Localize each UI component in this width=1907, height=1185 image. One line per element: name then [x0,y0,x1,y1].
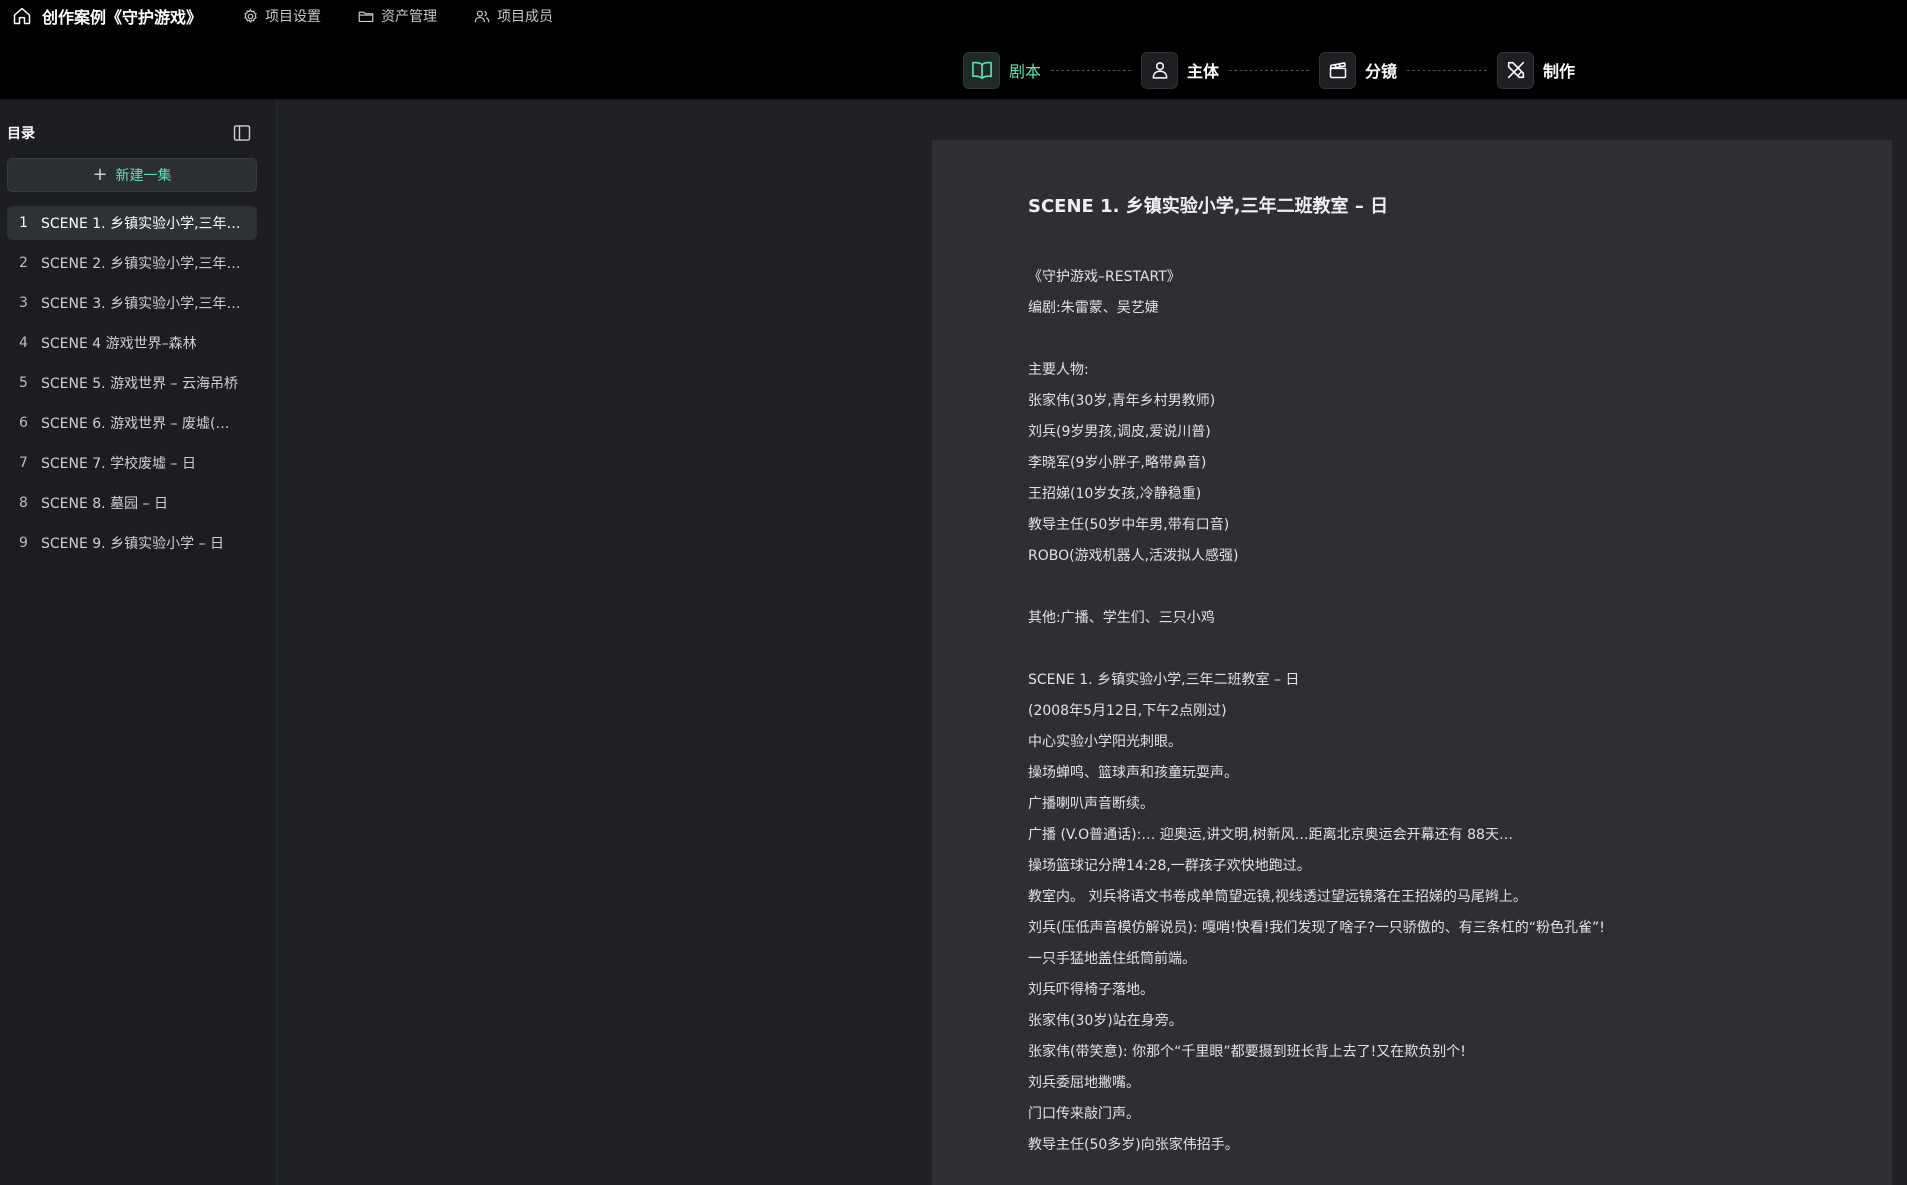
scene-list: 1 SCENE 1. 乡镇实验小学,三年二班教室 – 日 2 SCENE 2. 乡镇… [7,206,257,566]
scene-number: 5 [19,375,28,391]
home-icon[interactable] [12,6,32,26]
scene-number: 6 [19,415,28,431]
nav-label: 资产管理 [381,9,438,25]
sidebar-title: 目录 [7,126,35,142]
step-label: 分镜 [1365,62,1398,81]
script-line: 一只手猛地盖住纸筒前端。 [1028,951,1196,967]
plus-icon: + [92,164,108,185]
sidebar: 目录 + 新建一集 1SCENE 1. 乡镇实验小学,三年二班教室 – 日 2S… [0,100,277,1185]
gear-icon [242,8,259,25]
scene-number: 8 [19,495,28,511]
script-line: 主要人物: [1028,362,1089,378]
new-episode-label: 新建一集 [115,168,172,184]
scene-item-8[interactable]: 8 SCENE 8. 墓园 – 日 [7,486,257,520]
scene-item-7[interactable]: 7 SCENE 7. 学校废墟 – 日 [7,446,257,480]
script-line: 教导主任(50岁中年男,带有口音) [1028,517,1230,533]
sidebar-toggle-icon[interactable] [232,123,252,143]
step-subject[interactable]: 主体 [1141,51,1220,89]
nav-label: 项目成员 [497,9,554,25]
scene-title: SCENE 8. 墓园 – 日 [41,496,168,512]
new-episode-button[interactable]: + 新建一集 [7,158,257,192]
scene-title: SCENE 9. 乡镇实验小学 – 日 [41,536,224,552]
script-line: 中心实验小学阳光刺眼。 [1028,734,1182,750]
scene-title: SCENE 4 游戏世界–森林 [41,336,197,352]
step-script[interactable]: 剧本 [963,51,1042,89]
nav-label: 项目设置 [265,9,322,25]
script-line: ROBO(游戏机器人,活泼拟人感强) [1028,548,1239,564]
script-line: 刘兵吓得椅子落地。 [1028,982,1154,998]
clapperboard-icon [1319,51,1357,89]
scene-item-2[interactable]: 2 SCENE 2. 乡镇实验小学,三年二班教室 – 日 [7,246,257,280]
step-label: 主体 [1187,62,1220,81]
step-production[interactable]: 制作 [1497,51,1576,89]
script-line: 刘兵委屈地撇嘴。 [1028,1075,1140,1091]
scene-item-5[interactable]: 5 SCENE 5. 游戏世界 – 云海吊桥 [7,366,257,400]
script-line: 门口传来敲门声。 [1028,1106,1140,1122]
script-line: SCENE 1. 乡镇实验小学,三年二班教室 – 日 [1028,672,1300,688]
script-document[interactable]: SCENE 1. 乡镇实验小学,三年二班教室 – 日 《守护游戏–RESTART… [932,140,1892,1185]
scene-number: 2 [19,255,28,271]
top-nav: 创作案例《守护游戏》 项目设置 资产管理 项目成员 [12,5,589,27]
script-line: 李晓军(9岁小胖子,略带鼻音) [1028,455,1207,471]
scene-title: SCENE 7. 学校废墟 – 日 [41,456,196,472]
scene-number: 9 [19,535,28,551]
script-line: 广播喇叭声音断续。 [1028,796,1154,812]
script-line: 刘兵(压低声音模仿解说员): 嘎哨!快看!我们发现了啥子?一只骄傲的、有三条杠的… [1028,920,1605,936]
scene-item-6[interactable]: 6 SCENE 6. 游戏世界 – 废墟(关卡) [7,406,257,440]
folder-icon [357,8,375,25]
sidebar-header: 目录 [7,122,252,144]
scene-title: SCENE 2. 乡镇实验小学,三年二班教室 – 日 [41,256,241,272]
home-link[interactable]: 创作案例《守护游戏》 [12,4,202,28]
step-storyboard[interactable]: 分镜 [1319,51,1398,89]
step-connector [1407,69,1488,71]
script-line: 其他:广播、学生们、三只小鸡 [1028,610,1215,626]
scene-title: SCENE 3. 乡镇实验小学,三年二班教室 – 日 [41,296,241,312]
tools-icon [1497,51,1535,89]
person-icon [1141,51,1179,89]
scene-item-3[interactable]: 3 SCENE 3. 乡镇实验小学,三年二班教室 – 日 [7,286,257,320]
project-title: 创作案例《守护游戏》 [42,8,203,27]
top-bar: 创作案例《守护游戏》 项目设置 资产管理 项目成员 剧本 主体 分镜 制作 [0,0,1907,100]
step-label: 剧本 [1009,62,1042,81]
script-line: 操场蝉鸣、篮球声和孩童玩耍声。 [1028,765,1238,781]
scene-number: 1 [19,215,28,231]
script-line: 张家伟(带笑意): 你那个“千里眼”都要摄到班长背上去了!又在欺负别个! [1028,1044,1466,1060]
script-line: 张家伟(30岁,青年乡村男教师) [1028,393,1216,409]
script-line: 张家伟(30岁)站在身旁。 [1028,1013,1183,1029]
scene-item-4[interactable]: 4 SCENE 4 游戏世界–森林 [7,326,257,360]
users-icon [473,8,491,25]
nav-project-members[interactable]: 项目成员 [473,6,553,26]
step-connector [1051,69,1132,71]
document-heading: SCENE 1. 乡镇实验小学,三年二班教室 – 日 [1028,196,1389,217]
document-body[interactable]: 《守护游戏–RESTART》 编剧:朱雷蒙、吴艺婕 主要人物: 张家伟(30岁,青年乡… [1028,262,1848,1161]
script-line: 广播 (V.O普通话):… 迎奥运,讲文明,树新风…距离北京奥运会开幕还有 88… [1028,827,1513,843]
script-line: (2008年5月12日,下午2点刚过) [1028,703,1227,719]
script-line: 操场篮球记分牌14:28,一群孩子欢快地跑过。 [1028,858,1311,874]
workflow-steps: 剧本 主体 分镜 制作 [963,51,1575,89]
scene-title: SCENE 1. 乡镇实验小学,三年二班教室 – 日 [41,216,241,232]
step-connector [1229,69,1310,71]
book-icon [963,51,1000,89]
script-line: 编剧:朱雷蒙、吴艺婕 [1028,300,1159,316]
scene-item-9[interactable]: 9 SCENE 9. 乡镇实验小学 – 日 [7,526,257,560]
scene-item-1[interactable]: 1 SCENE 1. 乡镇实验小学,三年二班教室 – 日 [7,206,257,240]
script-line: 教室内。 刘兵将语文书卷成单筒望远镜,视线透过望远镜落在王招娣的马尾辫上。 [1028,889,1527,905]
nav-asset-management[interactable]: 资产管理 [357,6,437,26]
scene-number: 7 [19,455,28,471]
scene-number: 3 [19,295,28,311]
nav-project-settings[interactable]: 项目设置 [242,6,321,26]
scene-number: 4 [19,335,28,351]
script-line: 教导主任(50多岁)向张家伟招手。 [1028,1137,1239,1153]
script-line: 《守护游戏–RESTART》 [1028,269,1181,285]
step-label: 制作 [1543,62,1576,81]
script-line: 刘兵(9岁男孩,调皮,爱说川普) [1028,424,1211,440]
scene-title: SCENE 5. 游戏世界 – 云海吊桥 [41,376,238,392]
script-line: 王招娣(10岁女孩,冷静稳重) [1028,486,1202,502]
scene-title: SCENE 6. 游戏世界 – 废墟(关卡) [41,416,241,432]
